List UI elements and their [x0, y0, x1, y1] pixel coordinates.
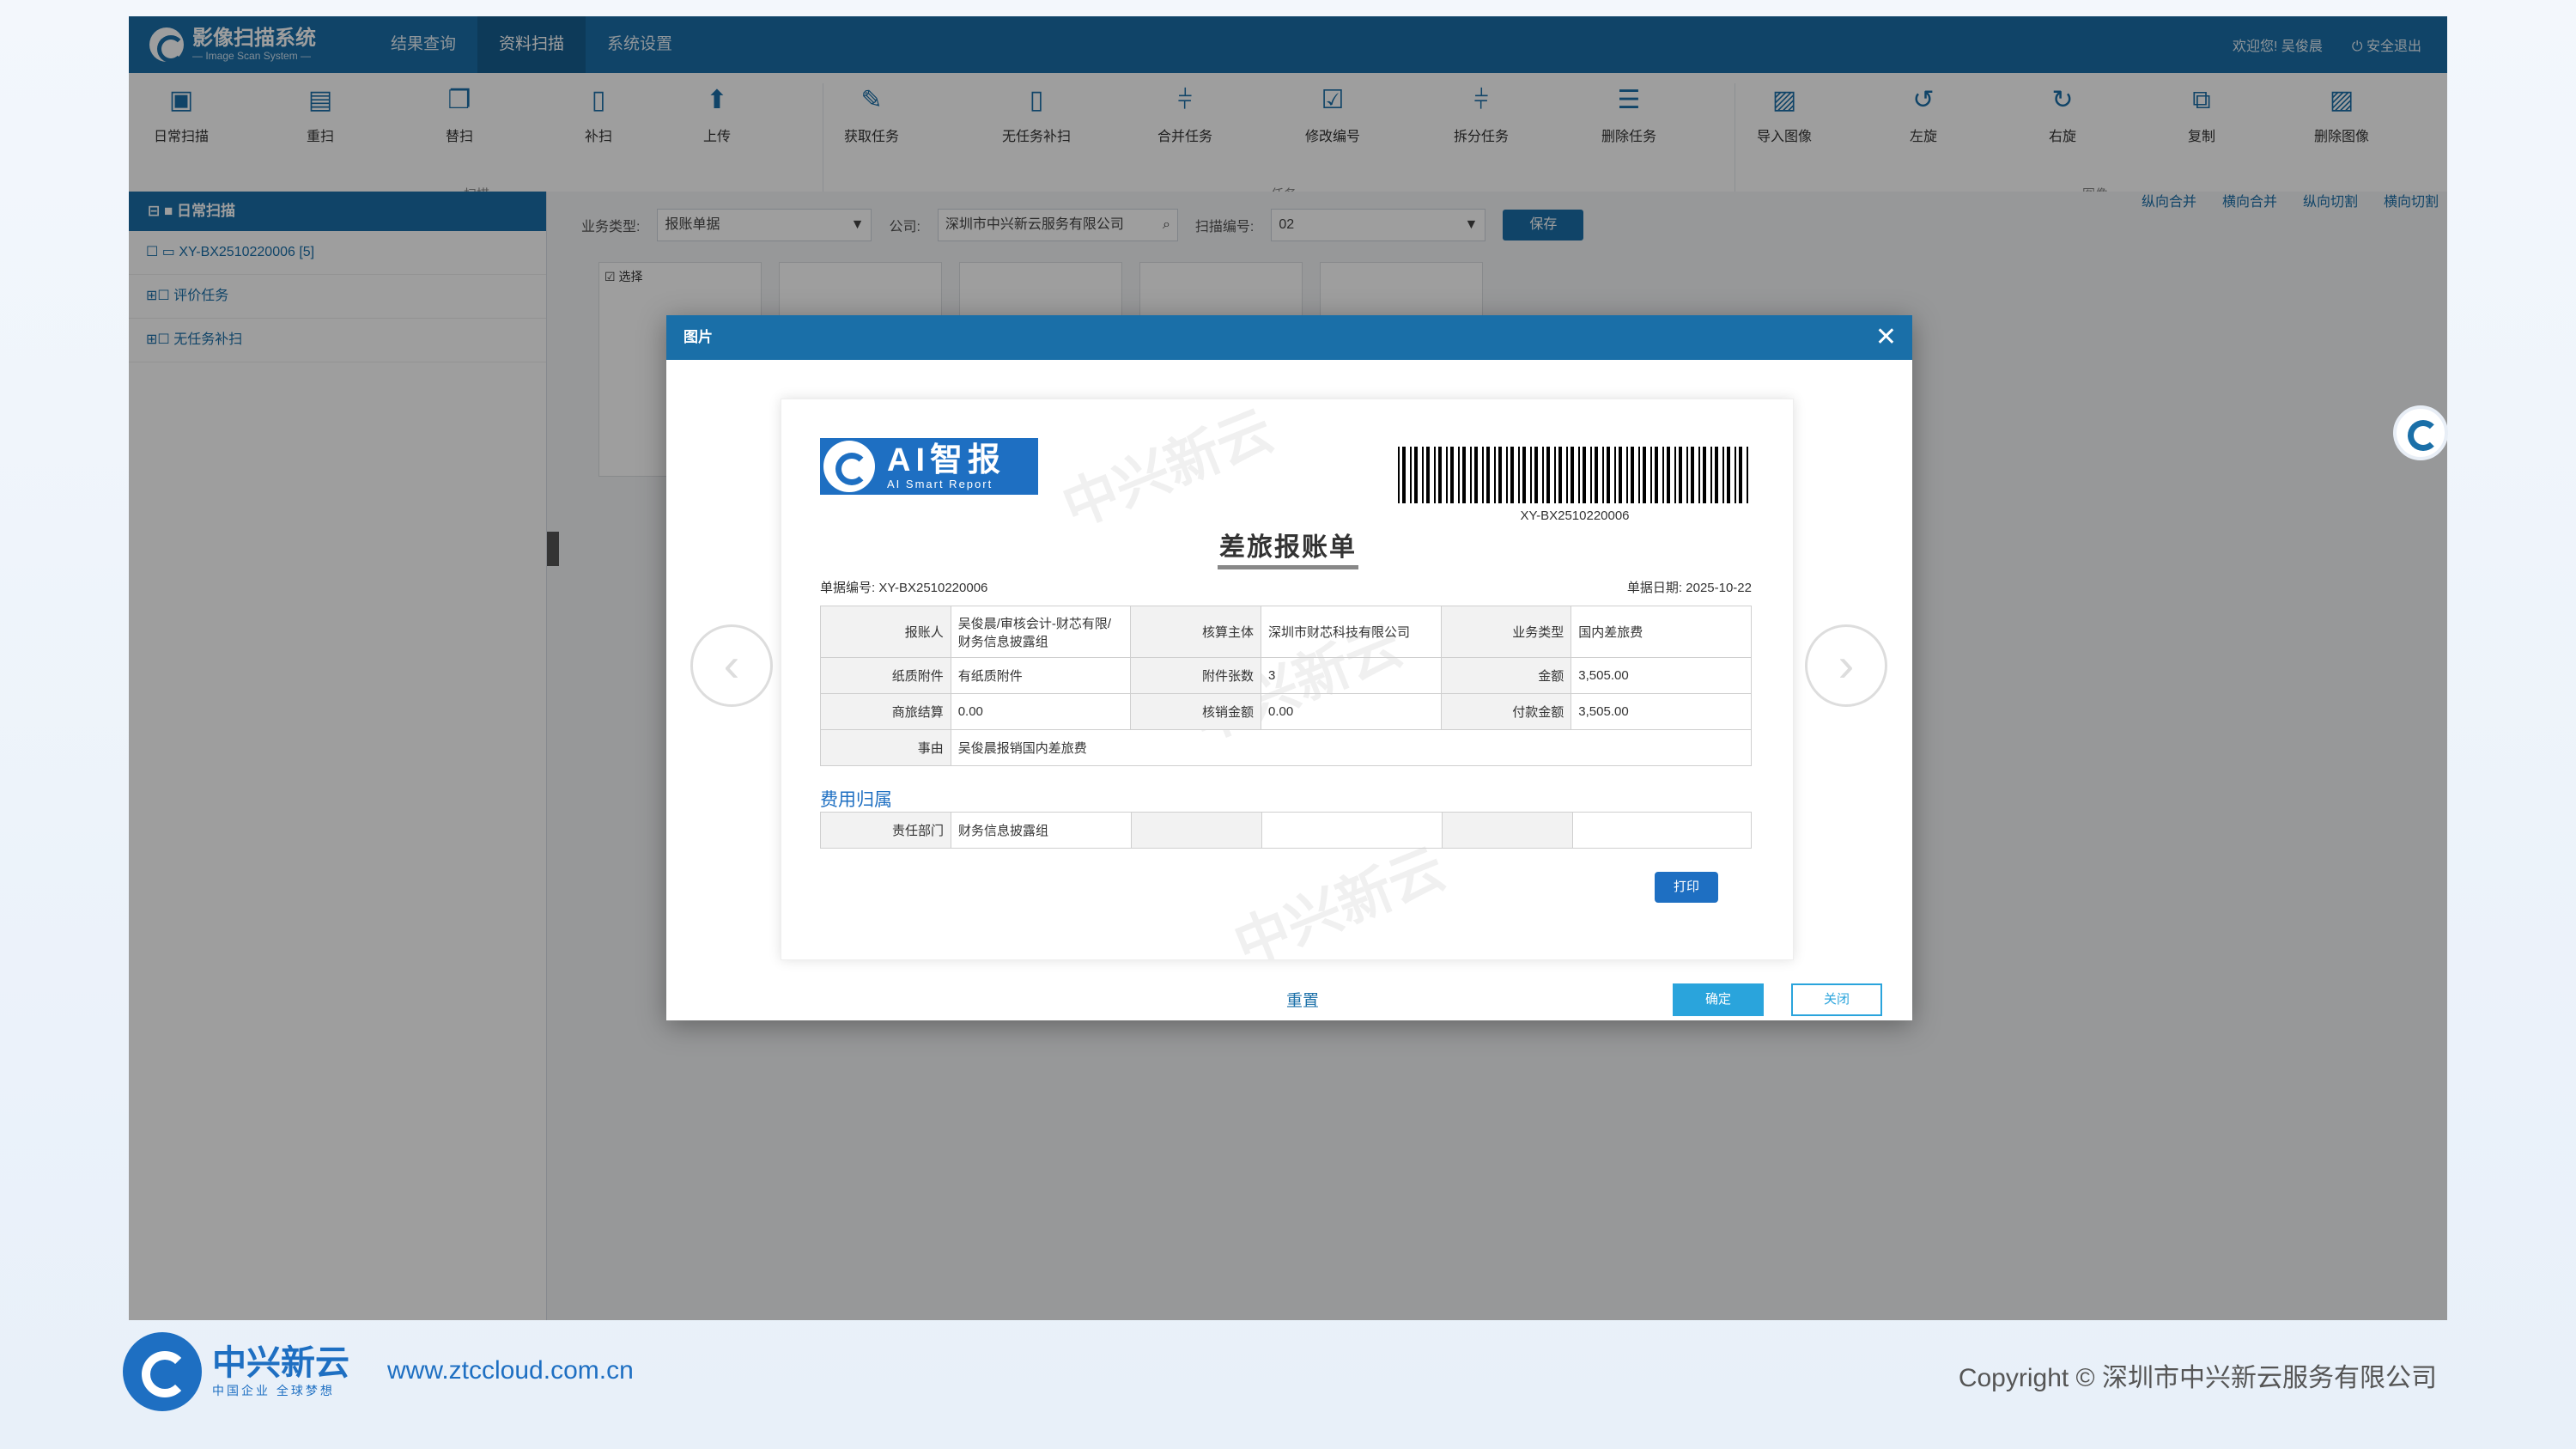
table-cell: 业务类型	[1440, 606, 1572, 658]
table-cell	[1442, 812, 1573, 849]
table-cell: 0.00	[1261, 693, 1442, 730]
table-cell: 商旅结算	[820, 693, 951, 730]
section-title: 费用归属	[820, 790, 892, 810]
ai-logo-subtext: AI Smart Report	[887, 477, 993, 490]
table-cell: 吴俊晨报销国内差旅费	[950, 729, 1753, 766]
table-cell: 3	[1261, 657, 1442, 694]
print-button[interactable]: 打印	[1655, 872, 1718, 903]
confirm-button[interactable]: 确定	[1673, 983, 1764, 1016]
document-number: 单据编号: XY-BX2510220006	[820, 581, 988, 595]
watermark: 中兴新云	[1054, 399, 1282, 539]
barcode-number: XY-BX2510220006	[1520, 508, 1630, 523]
table-cell: 吴俊晨/审核会计-财芯有限/财务信息披露组	[950, 606, 1132, 658]
next-image-button[interactable]: ›	[1805, 624, 1887, 707]
table-cell: 纸质附件	[820, 657, 951, 694]
table-cell: 付款金额	[1440, 693, 1572, 730]
table-cell: 核销金额	[1130, 693, 1261, 730]
table-cell: 有纸质附件	[950, 657, 1132, 694]
ai-logo-text: AI智报	[887, 441, 1006, 478]
table-cell: 国内差旅费	[1571, 606, 1752, 658]
ai-logo-icon	[823, 441, 875, 492]
table-cell: 金额	[1440, 657, 1572, 694]
table-cell	[1572, 812, 1752, 849]
table-cell: 3,505.00	[1571, 693, 1752, 730]
table-cell: 报账人	[820, 606, 951, 658]
table-cell: 责任部门	[820, 812, 951, 849]
table-cell: 核算主体	[1130, 606, 1261, 658]
image-modal: 图片 ✕ ‹ › 中兴新云 中兴新云 中兴新云 AI智报 AI Smart Re…	[666, 315, 1912, 1020]
table-cell	[1131, 812, 1262, 849]
table-row: 报账人 吴俊晨/审核会计-财芯有限/财务信息披露组 核算主体 深圳市财芯科技有限…	[820, 606, 1752, 658]
table-cell: 3,505.00	[1571, 657, 1752, 694]
table-cell	[1261, 812, 1443, 849]
assistant-float-icon[interactable]	[2393, 405, 2448, 460]
table-row: 商旅结算 0.00 核销金额 0.00 付款金额 3,505.00	[820, 693, 1752, 730]
close-icon[interactable]: ✕	[1875, 315, 1897, 360]
document-date: 单据日期: 2025-10-22	[1626, 581, 1752, 595]
close-button[interactable]: 关闭	[1791, 983, 1882, 1016]
document-title: 差旅报账单	[1219, 533, 1357, 562]
detail-table: 报账人 吴俊晨/审核会计-财芯有限/财务信息披露组 核算主体 深圳市财芯科技有限…	[820, 606, 1753, 766]
table-cell: 0.00	[950, 693, 1132, 730]
barcode	[1398, 447, 1748, 503]
modal-title: 图片	[683, 329, 713, 345]
table-row: 责任部门 财务信息披露组	[820, 812, 1752, 849]
table-cell: 附件张数	[1130, 657, 1261, 694]
title-underline	[1218, 565, 1358, 569]
reset-button[interactable]: 重置	[1286, 988, 1319, 1011]
document-preview: 中兴新云 中兴新云 中兴新云 AI智报 AI Smart Report XY-B…	[781, 399, 1794, 960]
prev-image-button[interactable]: ‹	[690, 624, 773, 707]
table-row: 事由 吴俊晨报销国内差旅费	[820, 729, 1753, 766]
table-cell: 事由	[820, 729, 951, 766]
cost-table: 责任部门 财务信息披露组	[820, 812, 1752, 849]
ai-report-logo: AI智报 AI Smart Report	[820, 438, 1038, 495]
table-row: 纸质附件 有纸质附件 附件张数 3 金额 3,505.00	[820, 657, 1752, 694]
table-cell: 深圳市财芯科技有限公司	[1261, 606, 1442, 658]
modal-header: 图片 ✕	[666, 315, 1912, 360]
table-cell: 财务信息披露组	[951, 812, 1132, 849]
